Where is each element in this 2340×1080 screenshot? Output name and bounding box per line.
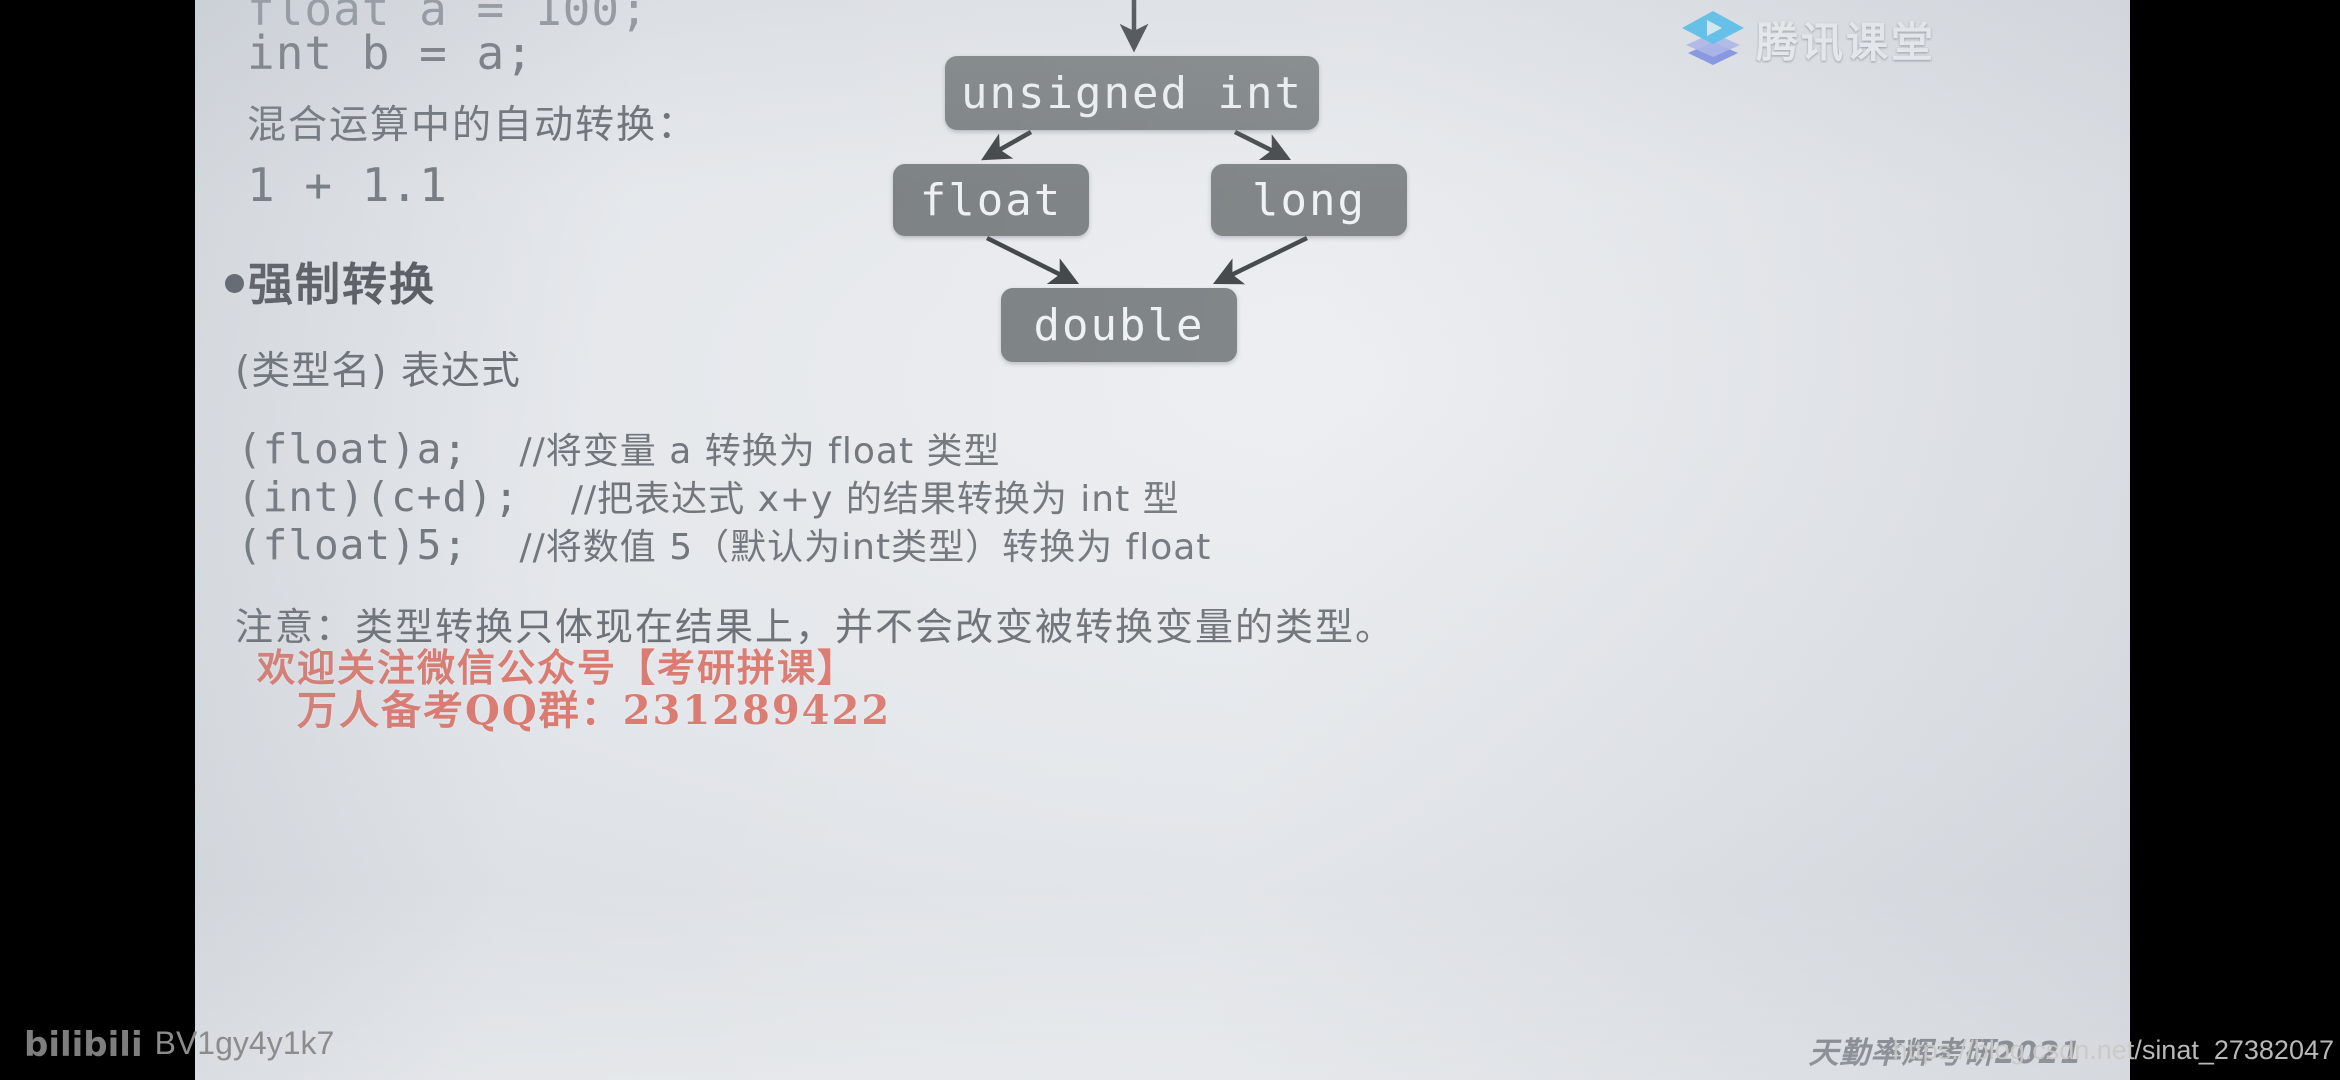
bullet-point-icon bbox=[225, 274, 244, 293]
bilibili-logo: bilibili bbox=[24, 1025, 143, 1065]
cast-example-code: (float)5; bbox=[237, 521, 520, 569]
section-heading: 强制转换 bbox=[225, 248, 436, 313]
cast-example-comment: //把表达式 x+y 的结果转换为 int 型 bbox=[570, 479, 1180, 520]
graduation-cap-play-icon bbox=[1680, 8, 1746, 70]
code-line-expression: 1 + 1.1 bbox=[247, 158, 448, 212]
video-bvid-label: BV1gy4y1k7 bbox=[154, 1025, 335, 1061]
diagram-node-float: float bbox=[893, 164, 1089, 236]
section-heading-label: 强制转换 bbox=[248, 258, 437, 311]
promo-qq-group-line: 万人备考QQ群：231289422 bbox=[297, 687, 892, 734]
cast-example-code: (float)a; bbox=[237, 425, 520, 473]
bilibili-watermark: bilibili BV1gy4y1k7 bbox=[24, 1025, 334, 1062]
tencent-classroom-logo: 腾讯课堂 bbox=[1680, 8, 1936, 70]
cast-example-code: (int)(c+d); bbox=[237, 473, 571, 521]
tencent-classroom-label: 腾讯课堂 bbox=[1756, 17, 1937, 67]
cast-syntax-label: (类型名) 表达式 bbox=[235, 349, 521, 394]
diagram-node-unsigned-int: unsigned int bbox=[945, 56, 1319, 130]
code-line-int-declaration: int b = a; bbox=[247, 26, 534, 80]
video-player: float a = 100; int b = a; 混合运算中的自动转换： 1 … bbox=[0, 0, 2340, 1080]
cast-example-row: (float)5; //将数值 5（默认为int类型）转换为 float bbox=[237, 518, 1211, 570]
mixed-arithmetic-label: 混合运算中的自动转换： bbox=[247, 103, 699, 148]
csdn-blog-watermark: https://blog.csdn.net/sinat_27382047 bbox=[1892, 1035, 2334, 1065]
type-conversion-diagram: unsigned int float long double bbox=[835, 0, 1555, 380]
cast-example-row: (int)(c+d); //把表达式 x+y 的结果转换为 int 型 bbox=[237, 470, 1180, 522]
diagram-node-long: long bbox=[1211, 164, 1407, 236]
cast-example-comment: //将数值 5（默认为int类型）转换为 float bbox=[519, 527, 1212, 568]
cast-example-row: (float)a; //将变量 a 转换为 float 类型 bbox=[237, 422, 1001, 474]
cast-example-comment: //将变量 a 转换为 float 类型 bbox=[519, 431, 1001, 472]
diagram-node-double: double bbox=[1001, 288, 1237, 362]
slide-content: float a = 100; int b = a; 混合运算中的自动转换： 1 … bbox=[195, 0, 2130, 1080]
